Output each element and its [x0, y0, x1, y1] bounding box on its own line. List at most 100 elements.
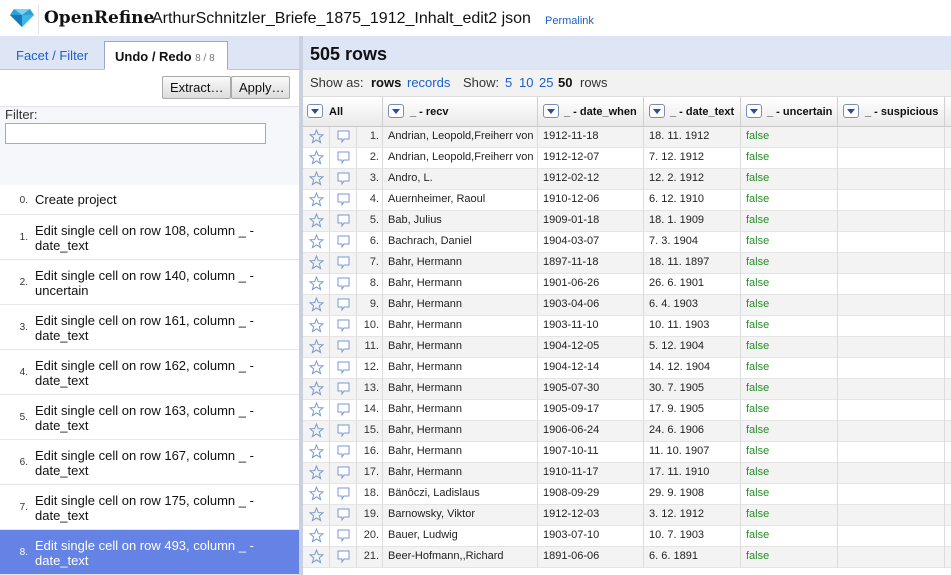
tab-undo-redo[interactable]: Undo / Redo 8 / 8: [104, 41, 228, 70]
cell-uncertain[interactable]: false: [741, 211, 838, 232]
flag-icon[interactable]: [336, 235, 351, 249]
flag-icon[interactable]: [336, 403, 351, 417]
cell-recv[interactable]: Bahr, Hermann: [383, 316, 538, 337]
cell-date-when[interactable]: 1903-07-10: [538, 526, 644, 547]
history-entry[interactable]: 8. Edit single cell on row 493, column _ …: [0, 530, 299, 575]
star-icon[interactable]: [308, 317, 325, 333]
cell-date-text[interactable]: 10. 11. 1903: [644, 316, 741, 337]
star-icon[interactable]: [308, 254, 325, 270]
history-entry[interactable]: 5. Edit single cell on row 163, column _ …: [0, 395, 299, 440]
column-menu-suspicious-dropdown-icon[interactable]: [843, 104, 859, 118]
column-menu-date-when-dropdown-icon[interactable]: [543, 104, 559, 118]
cell-suspicious[interactable]: [838, 526, 945, 547]
cell-suspicious[interactable]: [838, 463, 945, 484]
cell-suspicious[interactable]: [838, 169, 945, 190]
star-icon[interactable]: [308, 485, 325, 501]
cell-date-text[interactable]: 17. 11. 1910: [644, 463, 741, 484]
flag-icon[interactable]: [336, 466, 351, 480]
cell-uncertain[interactable]: false: [741, 148, 838, 169]
history-entry[interactable]: 7. Edit single cell on row 175, column _ …: [0, 485, 299, 530]
cell-recv[interactable]: Bahr, Hermann: [383, 274, 538, 295]
cell-date-text[interactable]: 18. 11. 1897: [644, 253, 741, 274]
history-entry[interactable]: 4. Edit single cell on row 162, column _ …: [0, 350, 299, 395]
cell-suspicious[interactable]: [838, 358, 945, 379]
cell-uncertain[interactable]: false: [741, 169, 838, 190]
cell-suspicious[interactable]: [838, 190, 945, 211]
permalink-link[interactable]: Permalink: [545, 15, 594, 27]
cell-uncertain[interactable]: false: [741, 337, 838, 358]
cell-uncertain[interactable]: false: [741, 421, 838, 442]
cell-date-when[interactable]: 1891-06-06: [538, 547, 644, 568]
cell-recv[interactable]: Barnowsky, Viktor: [383, 505, 538, 526]
cell-date-when[interactable]: 1908-09-29: [538, 484, 644, 505]
star-icon[interactable]: [308, 170, 325, 186]
star-icon[interactable]: [308, 149, 325, 165]
cell-date-when[interactable]: 1897-11-18: [538, 253, 644, 274]
cell-suspicious[interactable]: [838, 127, 945, 148]
cell-uncertain[interactable]: false: [741, 526, 838, 547]
cell-date-when[interactable]: 1912-11-18: [538, 127, 644, 148]
cell-recv[interactable]: Bahr, Hermann: [383, 358, 538, 379]
extract-button[interactable]: Extract…: [162, 76, 231, 99]
cell-suspicious[interactable]: [838, 400, 945, 421]
cell-date-text[interactable]: 6. 12. 1910: [644, 190, 741, 211]
cell-suspicious[interactable]: [838, 547, 945, 568]
cell-date-text[interactable]: 7. 12. 1912: [644, 148, 741, 169]
flag-icon[interactable]: [336, 550, 351, 564]
cell-suspicious[interactable]: [838, 505, 945, 526]
flag-icon[interactable]: [336, 424, 351, 438]
cell-uncertain[interactable]: false: [741, 379, 838, 400]
cell-date-when[interactable]: 1904-03-07: [538, 232, 644, 253]
cell-uncertain[interactable]: false: [741, 358, 838, 379]
cell-date-text[interactable]: 6. 6. 1891: [644, 547, 741, 568]
cell-recv[interactable]: Bahr, Hermann: [383, 253, 538, 274]
page-size-5-link[interactable]: 5: [505, 75, 512, 90]
cell-suspicious[interactable]: [838, 337, 945, 358]
star-icon[interactable]: [308, 401, 325, 417]
flag-icon[interactable]: [336, 529, 351, 543]
cell-uncertain[interactable]: false: [741, 484, 838, 505]
cell-date-text[interactable]: 14. 12. 1904: [644, 358, 741, 379]
cell-uncertain[interactable]: false: [741, 127, 838, 148]
cell-date-when[interactable]: 1905-07-30: [538, 379, 644, 400]
cell-date-when[interactable]: 1907-10-11: [538, 442, 644, 463]
history-entry[interactable]: 1. Edit single cell on row 108, column _ …: [0, 215, 299, 260]
cell-recv[interactable]: Andro, L.: [383, 169, 538, 190]
cell-date-when[interactable]: 1910-12-06: [538, 190, 644, 211]
star-icon[interactable]: [308, 338, 325, 354]
mode-rows[interactable]: rows: [371, 75, 401, 90]
cell-recv[interactable]: Andrian, Leopold,Freiherr von: [383, 148, 538, 169]
cell-date-text[interactable]: 24. 6. 1906: [644, 421, 741, 442]
cell-recv[interactable]: Bachrach, Daniel: [383, 232, 538, 253]
cell-suspicious[interactable]: [838, 253, 945, 274]
cell-suspicious[interactable]: [838, 316, 945, 337]
flag-icon[interactable]: [336, 445, 351, 459]
cell-suspicious[interactable]: [838, 274, 945, 295]
column-menu-uncertain-dropdown-icon[interactable]: [746, 104, 762, 118]
cell-date-text[interactable]: 12. 2. 1912: [644, 169, 741, 190]
cell-suspicious[interactable]: [838, 421, 945, 442]
flag-icon[interactable]: [336, 361, 351, 375]
cell-uncertain[interactable]: false: [741, 505, 838, 526]
cell-date-when[interactable]: 1903-11-10: [538, 316, 644, 337]
star-icon[interactable]: [308, 422, 325, 438]
app-logo-text[interactable]: OpenRefine: [44, 8, 154, 28]
cell-date-text[interactable]: 10. 7. 1903: [644, 526, 741, 547]
cell-date-text[interactable]: 5. 12. 1904: [644, 337, 741, 358]
cell-uncertain[interactable]: false: [741, 463, 838, 484]
cell-recv[interactable]: Bahr, Hermann: [383, 295, 538, 316]
cell-suspicious[interactable]: [838, 211, 945, 232]
cell-date-when[interactable]: 1912-12-07: [538, 148, 644, 169]
page-size-50-current[interactable]: 50: [558, 75, 572, 90]
star-icon[interactable]: [308, 506, 325, 522]
star-icon[interactable]: [308, 464, 325, 480]
star-icon[interactable]: [308, 128, 325, 144]
openrefine-diamond-logo-icon[interactable]: [10, 8, 34, 28]
cell-suspicious[interactable]: [838, 295, 945, 316]
cell-uncertain[interactable]: false: [741, 190, 838, 211]
cell-date-when[interactable]: 1906-06-24: [538, 421, 644, 442]
cell-suspicious[interactable]: [838, 148, 945, 169]
tab-facet-filter[interactable]: Facet / Filter: [6, 41, 98, 70]
cell-suspicious[interactable]: [838, 484, 945, 505]
cell-date-text[interactable]: 18. 11. 1912: [644, 127, 741, 148]
